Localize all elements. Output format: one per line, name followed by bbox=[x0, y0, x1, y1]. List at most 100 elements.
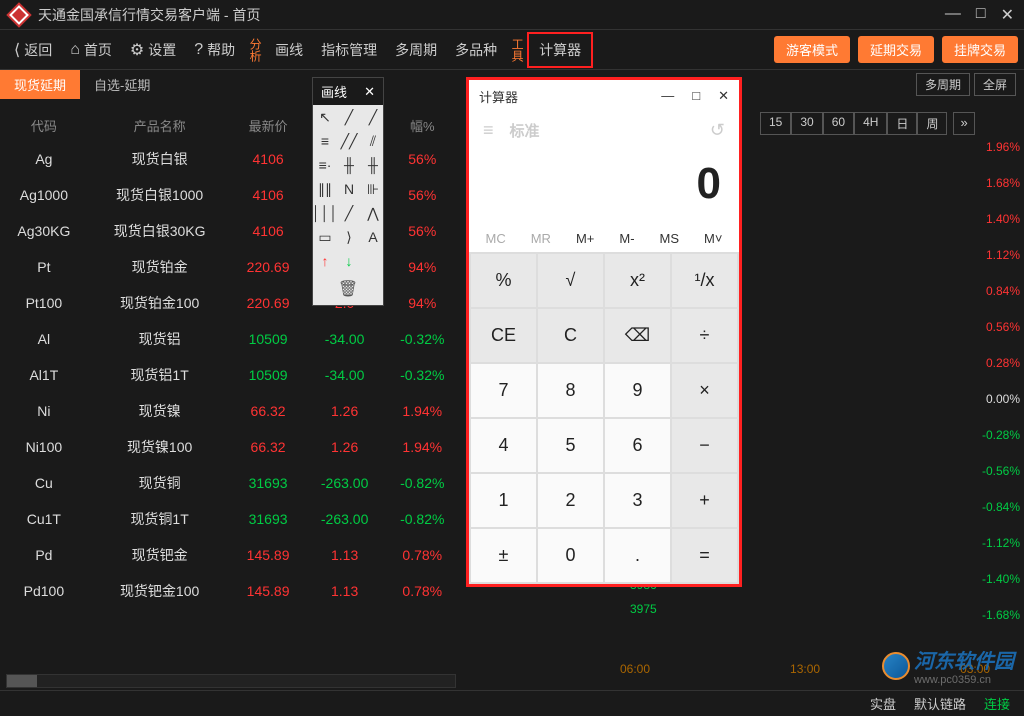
calc-key-±[interactable]: ± bbox=[471, 529, 536, 582]
maximize-button[interactable]: □ bbox=[976, 5, 986, 25]
calc-key-4[interactable]: 4 bbox=[471, 419, 536, 472]
table-row[interactable]: Ag现货白银410663.056% bbox=[0, 141, 460, 177]
table-row[interactable]: Al1T现货铝1T10509-34.00-0.32% bbox=[0, 357, 460, 393]
minimize-button[interactable]: — bbox=[945, 5, 961, 25]
draw-tool-8[interactable]: ╫ bbox=[361, 153, 385, 177]
mem-mminus[interactable]: M- bbox=[619, 231, 634, 246]
drawpanel-close[interactable]: ✕ bbox=[364, 84, 375, 100]
calc-key-6[interactable]: 6 bbox=[605, 419, 670, 472]
mem-mc[interactable]: MC bbox=[486, 231, 506, 246]
calc-key-¹/x[interactable]: ¹/x bbox=[672, 254, 737, 307]
calc-key-÷[interactable]: ÷ bbox=[672, 309, 737, 362]
draw-tool-12[interactable]: │││ bbox=[313, 201, 337, 225]
mem-ms[interactable]: MS bbox=[660, 231, 680, 246]
calc-key-5[interactable]: 5 bbox=[538, 419, 603, 472]
draw-tool-14[interactable]: ⋀ bbox=[361, 201, 385, 225]
draw-tool-1[interactable]: ╱ bbox=[337, 105, 361, 129]
scrollbar-thumb[interactable] bbox=[7, 675, 37, 687]
draw-tool-17[interactable]: A bbox=[361, 225, 385, 249]
calc-key-0[interactable]: 0 bbox=[538, 529, 603, 582]
indicator-button[interactable]: 指标管理 bbox=[313, 36, 385, 64]
table-row[interactable]: Ni100现货镍10066.321.261.94% bbox=[0, 429, 460, 465]
deferred-trade-button[interactable]: 延期交易 bbox=[858, 36, 934, 63]
calc-key-=[interactable]: = bbox=[672, 529, 737, 582]
status-route[interactable]: 默认链路 bbox=[914, 694, 966, 713]
calc-minimize[interactable]: — bbox=[661, 88, 674, 104]
timeframe-30[interactable]: 30 bbox=[791, 112, 822, 135]
table-row[interactable]: Cu现货铜31693-263.00-0.82% bbox=[0, 465, 460, 501]
calc-maximize[interactable]: □ bbox=[692, 88, 700, 104]
draw-tool-19[interactable]: ↓ bbox=[337, 249, 361, 273]
multi-period-btn[interactable]: 多周期 bbox=[916, 73, 970, 96]
calc-key-−[interactable]: − bbox=[672, 419, 737, 472]
timeframe-more[interactable]: » bbox=[953, 112, 974, 135]
draw-tool-9[interactable]: ∥∥ bbox=[313, 177, 337, 201]
draw-tool-18[interactable]: ↑ bbox=[313, 249, 337, 273]
multiperiod-button[interactable]: 多周期 bbox=[387, 36, 445, 64]
tools-button[interactable]: 工具 bbox=[507, 36, 527, 64]
calc-key-⌫[interactable]: ⌫ bbox=[605, 309, 670, 362]
calc-close[interactable]: ✕ bbox=[718, 88, 729, 104]
home-button[interactable]: ⌂首页 bbox=[62, 36, 120, 64]
draw-tool-0[interactable]: ↖ bbox=[313, 105, 337, 129]
draw-tool-6[interactable]: ≡· bbox=[313, 153, 337, 177]
draw-tool-15[interactable]: ▭ bbox=[313, 225, 337, 249]
draw-tool-2[interactable]: ╱ bbox=[361, 105, 385, 129]
draw-tool-11[interactable]: ⊪ bbox=[361, 177, 385, 201]
listing-trade-button[interactable]: 挂牌交易 bbox=[942, 36, 1018, 63]
fullscreen-btn[interactable]: 全屏 bbox=[974, 73, 1016, 96]
draw-tool-10[interactable]: N bbox=[337, 177, 361, 201]
mem-mplus[interactable]: M+ bbox=[576, 231, 594, 246]
table-row[interactable]: Pt现货铂金220.692.094% bbox=[0, 249, 460, 285]
back-button[interactable]: ⟨返回 bbox=[6, 36, 60, 64]
help-button[interactable]: ?帮助 bbox=[186, 36, 243, 64]
draw-tool-16[interactable]: ⟩ bbox=[337, 225, 361, 249]
guest-mode-button[interactable]: 游客模式 bbox=[774, 36, 850, 63]
calc-key-√[interactable]: √ bbox=[538, 254, 603, 307]
analysis-button[interactable]: 分析 bbox=[245, 36, 265, 64]
calc-key-%[interactable]: % bbox=[471, 254, 536, 307]
settings-button[interactable]: ⚙设置 bbox=[122, 36, 184, 64]
drawline-button[interactable]: 画线 bbox=[267, 36, 311, 64]
calc-key-9[interactable]: 9 bbox=[605, 364, 670, 417]
close-button[interactable]: ✕ bbox=[1001, 5, 1014, 25]
horizontal-scrollbar[interactable] bbox=[6, 674, 456, 688]
multisymbol-button[interactable]: 多品种 bbox=[447, 36, 505, 64]
delete-icon[interactable]: 🗑 bbox=[338, 279, 358, 299]
draw-tool-13[interactable]: ╱ bbox=[337, 201, 361, 225]
table-row[interactable]: Pd现货钯金145.891.130.78% bbox=[0, 537, 460, 573]
draw-tool-4[interactable]: ╱╱ bbox=[337, 129, 361, 153]
draw-tool-5[interactable]: ⫽ bbox=[361, 129, 385, 153]
calculator-button[interactable]: 计算器 bbox=[529, 34, 591, 66]
calc-key-×[interactable]: × bbox=[672, 364, 737, 417]
mem-mr[interactable]: MR bbox=[531, 231, 551, 246]
calc-key-.[interactable]: . bbox=[605, 529, 670, 582]
table-row[interactable]: Al现货铝10509-34.00-0.32% bbox=[0, 321, 460, 357]
calc-key-2[interactable]: 2 bbox=[538, 474, 603, 527]
draw-tool-7[interactable]: ╫ bbox=[337, 153, 361, 177]
status-connect[interactable]: 连接 bbox=[984, 694, 1010, 713]
calc-key-x²[interactable]: x² bbox=[605, 254, 670, 307]
timeframe-15[interactable]: 15 bbox=[760, 112, 791, 135]
calc-key-C[interactable]: C bbox=[538, 309, 603, 362]
table-row[interactable]: Pt100现货铂金100220.692.094% bbox=[0, 285, 460, 321]
history-icon[interactable]: ↺ bbox=[710, 120, 725, 141]
calc-key-3[interactable]: 3 bbox=[605, 474, 670, 527]
tab-spot-deferred[interactable]: 现货延期 bbox=[0, 70, 80, 99]
table-row[interactable]: Cu1T现货铜1T31693-263.00-0.82% bbox=[0, 501, 460, 537]
timeframe-日[interactable]: 日 bbox=[887, 112, 917, 135]
timeframe-60[interactable]: 60 bbox=[823, 112, 854, 135]
table-row[interactable]: Pd100现货钯金100145.891.130.78% bbox=[0, 573, 460, 609]
mem-mview[interactable]: M˅ bbox=[704, 231, 722, 246]
hamburger-icon[interactable]: ≡ bbox=[483, 120, 494, 141]
calc-key-7[interactable]: 7 bbox=[471, 364, 536, 417]
tab-self-deferred[interactable]: 自选-延期 bbox=[80, 70, 164, 99]
calc-key-1[interactable]: 1 bbox=[471, 474, 536, 527]
table-row[interactable]: Ag30KG现货白银30KG410663.056% bbox=[0, 213, 460, 249]
timeframe-周[interactable]: 周 bbox=[917, 112, 947, 135]
status-realtime[interactable]: 实盘 bbox=[870, 694, 896, 713]
draw-tool-3[interactable]: ≡ bbox=[313, 129, 337, 153]
calc-key-CE[interactable]: CE bbox=[471, 309, 536, 362]
timeframe-4H[interactable]: 4H bbox=[854, 112, 887, 135]
calc-key-8[interactable]: 8 bbox=[538, 364, 603, 417]
